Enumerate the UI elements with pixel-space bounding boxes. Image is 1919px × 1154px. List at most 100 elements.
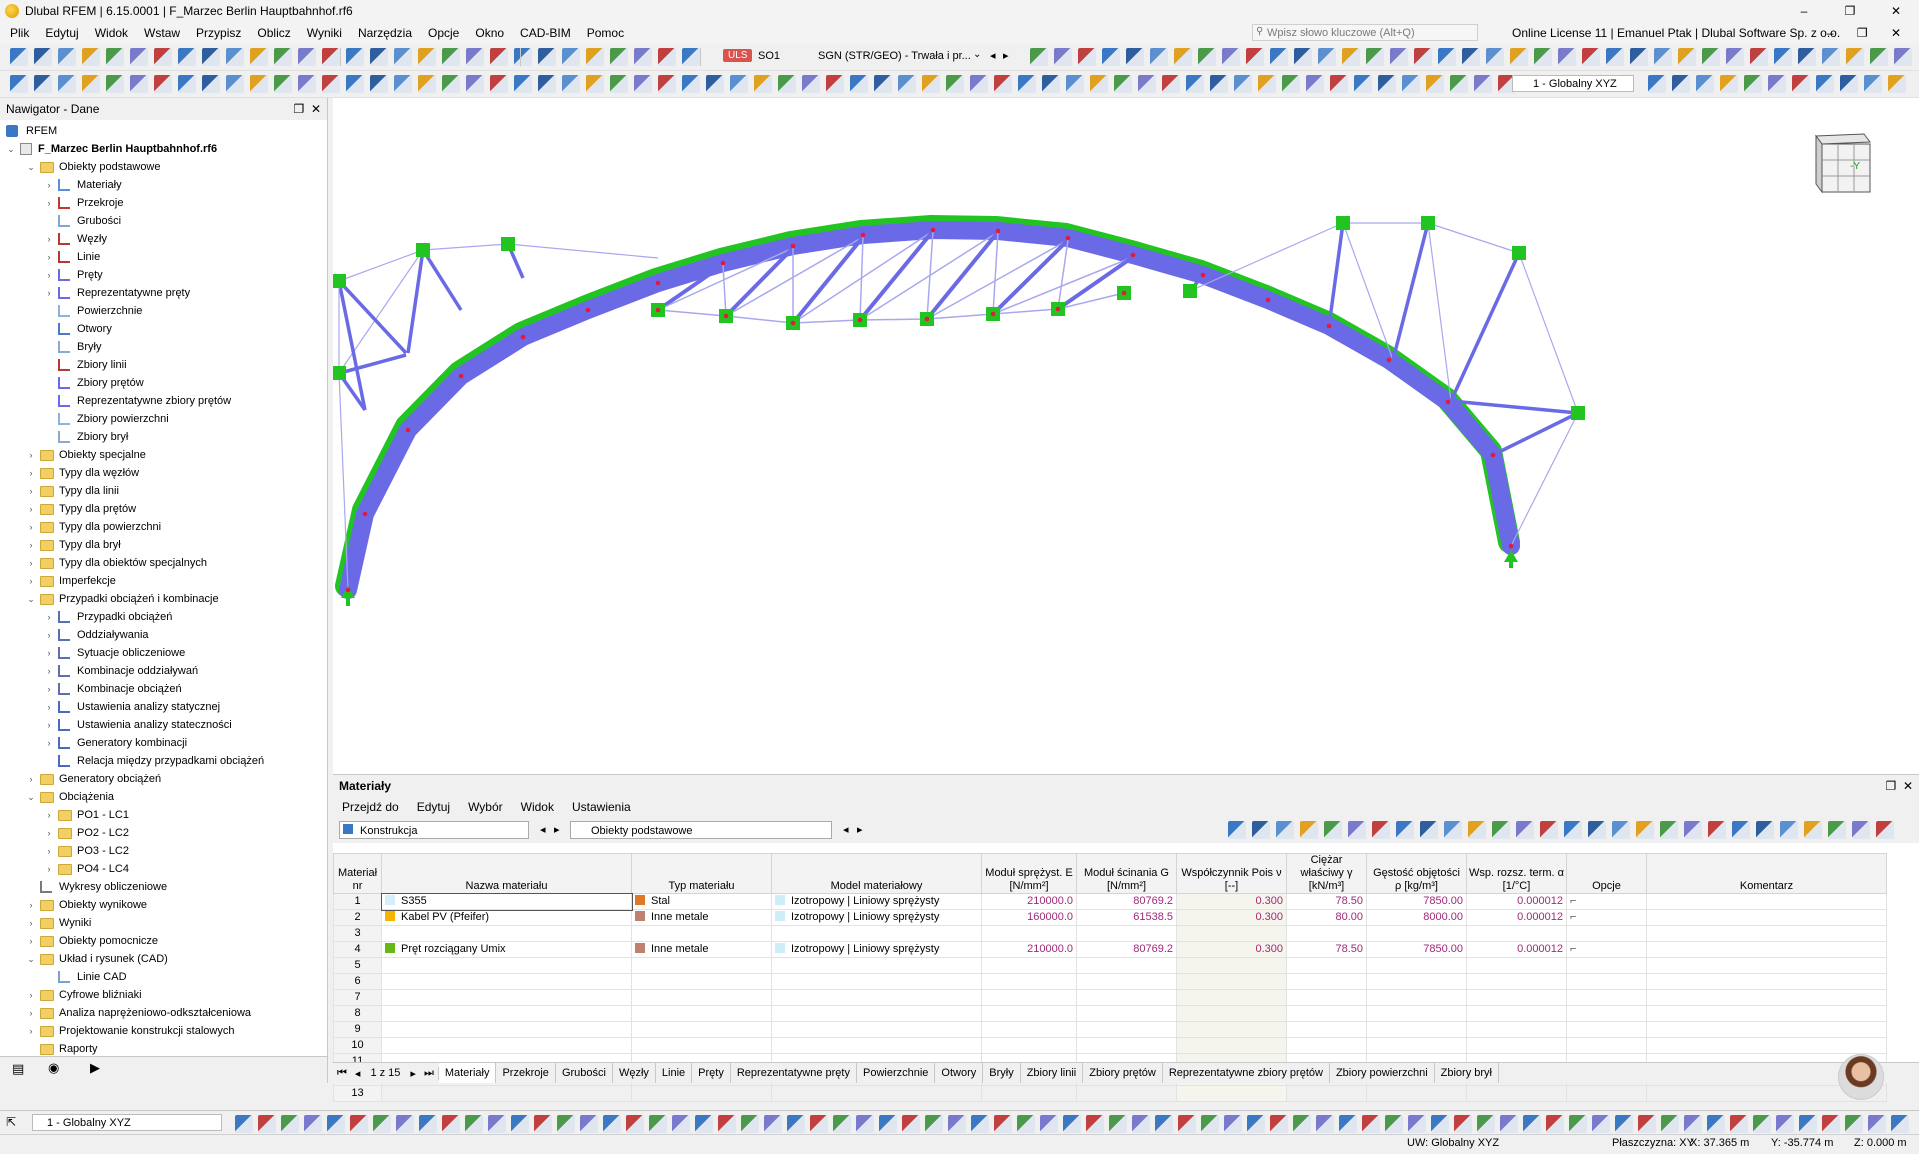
toolbar-tool-icon[interactable] xyxy=(1696,75,1714,93)
toolbar-tool-icon[interactable] xyxy=(1846,48,1864,66)
tree-item[interactable]: › Węzły xyxy=(0,230,327,248)
menu-insert[interactable]: Wstaw xyxy=(136,22,188,44)
row-number-cell[interactable]: 7 xyxy=(333,989,382,1006)
toolbar-tool-icon[interactable] xyxy=(418,48,436,66)
toolbar-tool-icon[interactable] xyxy=(1774,48,1792,66)
toolbar-tool-icon[interactable] xyxy=(1210,75,1228,93)
value-cell-G[interactable] xyxy=(1076,1005,1177,1022)
material-type-cell[interactable]: Inne metale xyxy=(631,941,772,958)
truss-diagonal[interactable] xyxy=(859,231,999,321)
tree-item[interactable]: › Projektowanie konstrukcji stalowych xyxy=(0,1022,327,1040)
material-name-cell[interactable]: S355 xyxy=(380,892,633,911)
value-cell-rho[interactable] xyxy=(1366,957,1467,974)
toolbar-tool-icon[interactable] xyxy=(1162,75,1180,93)
tree-item[interactable]: › Sytuacje obliczeniowe xyxy=(0,644,327,662)
node-point[interactable] xyxy=(1386,357,1392,363)
next-filter-icon[interactable]: ▸ xyxy=(554,823,560,836)
material-type-cell[interactable]: Stal xyxy=(631,893,772,910)
expand-icon[interactable]: › xyxy=(44,842,54,860)
toolbar-tool-icon[interactable] xyxy=(346,75,364,93)
menu-view[interactable]: Widok xyxy=(87,22,136,44)
toolbar-tool-icon[interactable] xyxy=(1155,1115,1173,1133)
toolbar-tool-icon[interactable] xyxy=(327,1115,345,1133)
toolbar-tool-icon[interactable] xyxy=(1474,75,1492,93)
toolbar-tool-icon[interactable] xyxy=(1390,48,1408,66)
value-cell-alpha[interactable] xyxy=(1466,1021,1567,1038)
tree-item[interactable]: › Generatory kombinacji xyxy=(0,734,327,752)
expand-icon[interactable]: › xyxy=(44,608,54,626)
toolbar-tool-icon[interactable] xyxy=(1066,75,1084,93)
tree-item[interactable]: › Obiekty wynikowe xyxy=(0,896,327,914)
material-type-cell[interactable] xyxy=(631,973,772,990)
support-node[interactable] xyxy=(1512,246,1526,260)
comment-cell[interactable] xyxy=(1646,893,1887,910)
tree-item[interactable]: ⌄ Obciążenia xyxy=(0,788,327,806)
toolbar-tool-icon[interactable] xyxy=(1798,48,1816,66)
toolbar-tool-icon[interactable] xyxy=(925,1115,943,1133)
truss-diagonal[interactable] xyxy=(926,230,934,320)
sheet-tab[interactable]: Reprezentatywne pręty xyxy=(731,1063,857,1083)
toolbar-tool-icon[interactable] xyxy=(1720,75,1738,93)
toolbar-tool-icon[interactable] xyxy=(1293,1115,1311,1133)
value-cell-G[interactable] xyxy=(1076,957,1177,974)
toolbar-tool-icon[interactable] xyxy=(1222,48,1240,66)
toolbar-tool-icon[interactable] xyxy=(1726,48,1744,66)
toolbar-tool-icon[interactable] xyxy=(580,1115,598,1133)
tree-item[interactable]: Wykresy obliczeniowe xyxy=(0,878,327,896)
material-name-cell[interactable]: Kabel PV (Pfeifer) xyxy=(381,909,632,926)
bottom-coordinate-system-select[interactable]: 1 - Globalny XYZ xyxy=(32,1114,222,1131)
toolbar-tool-icon[interactable] xyxy=(394,48,412,66)
value-cell-alpha[interactable]: 0.000012 xyxy=(1466,941,1567,958)
toolbar-tool-icon[interactable] xyxy=(1804,821,1822,839)
toolbar-tool-icon[interactable] xyxy=(1426,75,1444,93)
toolbar-tool-icon[interactable] xyxy=(970,75,988,93)
table-row[interactable]: 6 xyxy=(333,973,1887,990)
options-cell[interactable] xyxy=(1566,957,1647,974)
options-cell[interactable] xyxy=(1566,1085,1647,1102)
collapse-icon[interactable]: ⌄ xyxy=(26,590,36,608)
options-cell[interactable] xyxy=(1566,1021,1647,1038)
tree-item[interactable]: › Wyniki xyxy=(0,914,327,932)
toolbar-tool-icon[interactable] xyxy=(346,48,364,66)
column-header[interactable]: Moduł ścinania G [N/mm²] xyxy=(1076,853,1177,894)
table-row[interactable]: 3 xyxy=(333,925,1887,942)
toolbar-tool-icon[interactable] xyxy=(850,75,868,93)
expand-icon[interactable]: › xyxy=(44,860,54,878)
node-point[interactable] xyxy=(655,280,661,286)
tree-item[interactable]: Zbiory linii xyxy=(0,356,327,374)
value-cell-nu[interactable] xyxy=(1176,973,1287,990)
tree-item[interactable]: › Imperfekcje xyxy=(0,572,327,590)
value-cell-gamma[interactable] xyxy=(1286,957,1367,974)
toolbar-tool-icon[interactable] xyxy=(1450,75,1468,93)
display-tab-icon[interactable]: ◉ xyxy=(48,1060,59,1076)
toolbar-tool-icon[interactable] xyxy=(511,1115,529,1133)
toolbar-tool-icon[interactable] xyxy=(1750,48,1768,66)
sheet-tab[interactable]: Zbiory linii xyxy=(1021,1063,1084,1083)
toolbar-tool-icon[interactable] xyxy=(557,1115,575,1133)
material-type-cell[interactable] xyxy=(631,1005,772,1022)
tree-item[interactable]: Zbiory powierzchni xyxy=(0,410,327,428)
material-type-cell[interactable] xyxy=(631,957,772,974)
support-node[interactable] xyxy=(416,243,430,257)
toolbar-tool-icon[interactable] xyxy=(1891,1115,1909,1133)
value-cell-rho[interactable]: 7850.00 xyxy=(1366,941,1467,958)
row-number-cell[interactable]: 5 xyxy=(333,957,382,974)
value-cell-gamma[interactable]: 78.50 xyxy=(1286,941,1367,958)
expand-icon[interactable]: › xyxy=(26,896,36,914)
toolbar-tool-icon[interactable] xyxy=(1852,821,1870,839)
toolbar-tool-icon[interactable] xyxy=(1234,75,1252,93)
expand-icon[interactable]: › xyxy=(26,1004,36,1022)
assistant-avatar[interactable] xyxy=(1838,1054,1884,1100)
toolbar-tool-icon[interactable] xyxy=(1822,48,1840,66)
truss-diagonal[interactable] xyxy=(992,231,999,315)
value-cell-rho[interactable]: 7850.00 xyxy=(1366,893,1467,910)
sheet-tab[interactable]: Bryły xyxy=(983,1063,1021,1083)
expand-icon[interactable]: › xyxy=(26,518,36,536)
toolbar-tool-icon[interactable] xyxy=(1126,48,1144,66)
toolbar-tool-icon[interactable] xyxy=(1431,1115,1449,1133)
toolbar-tool-icon[interactable] xyxy=(718,1115,736,1133)
toolbar-tool-icon[interactable] xyxy=(418,75,436,93)
cable[interactable] xyxy=(1510,412,1579,547)
table-row[interactable]: 1 S355 Stal Izotropowy | Liniowy sprężysty 2… xyxy=(333,892,1887,911)
tree-item[interactable]: › Kombinacje oddziaływań xyxy=(0,662,327,680)
